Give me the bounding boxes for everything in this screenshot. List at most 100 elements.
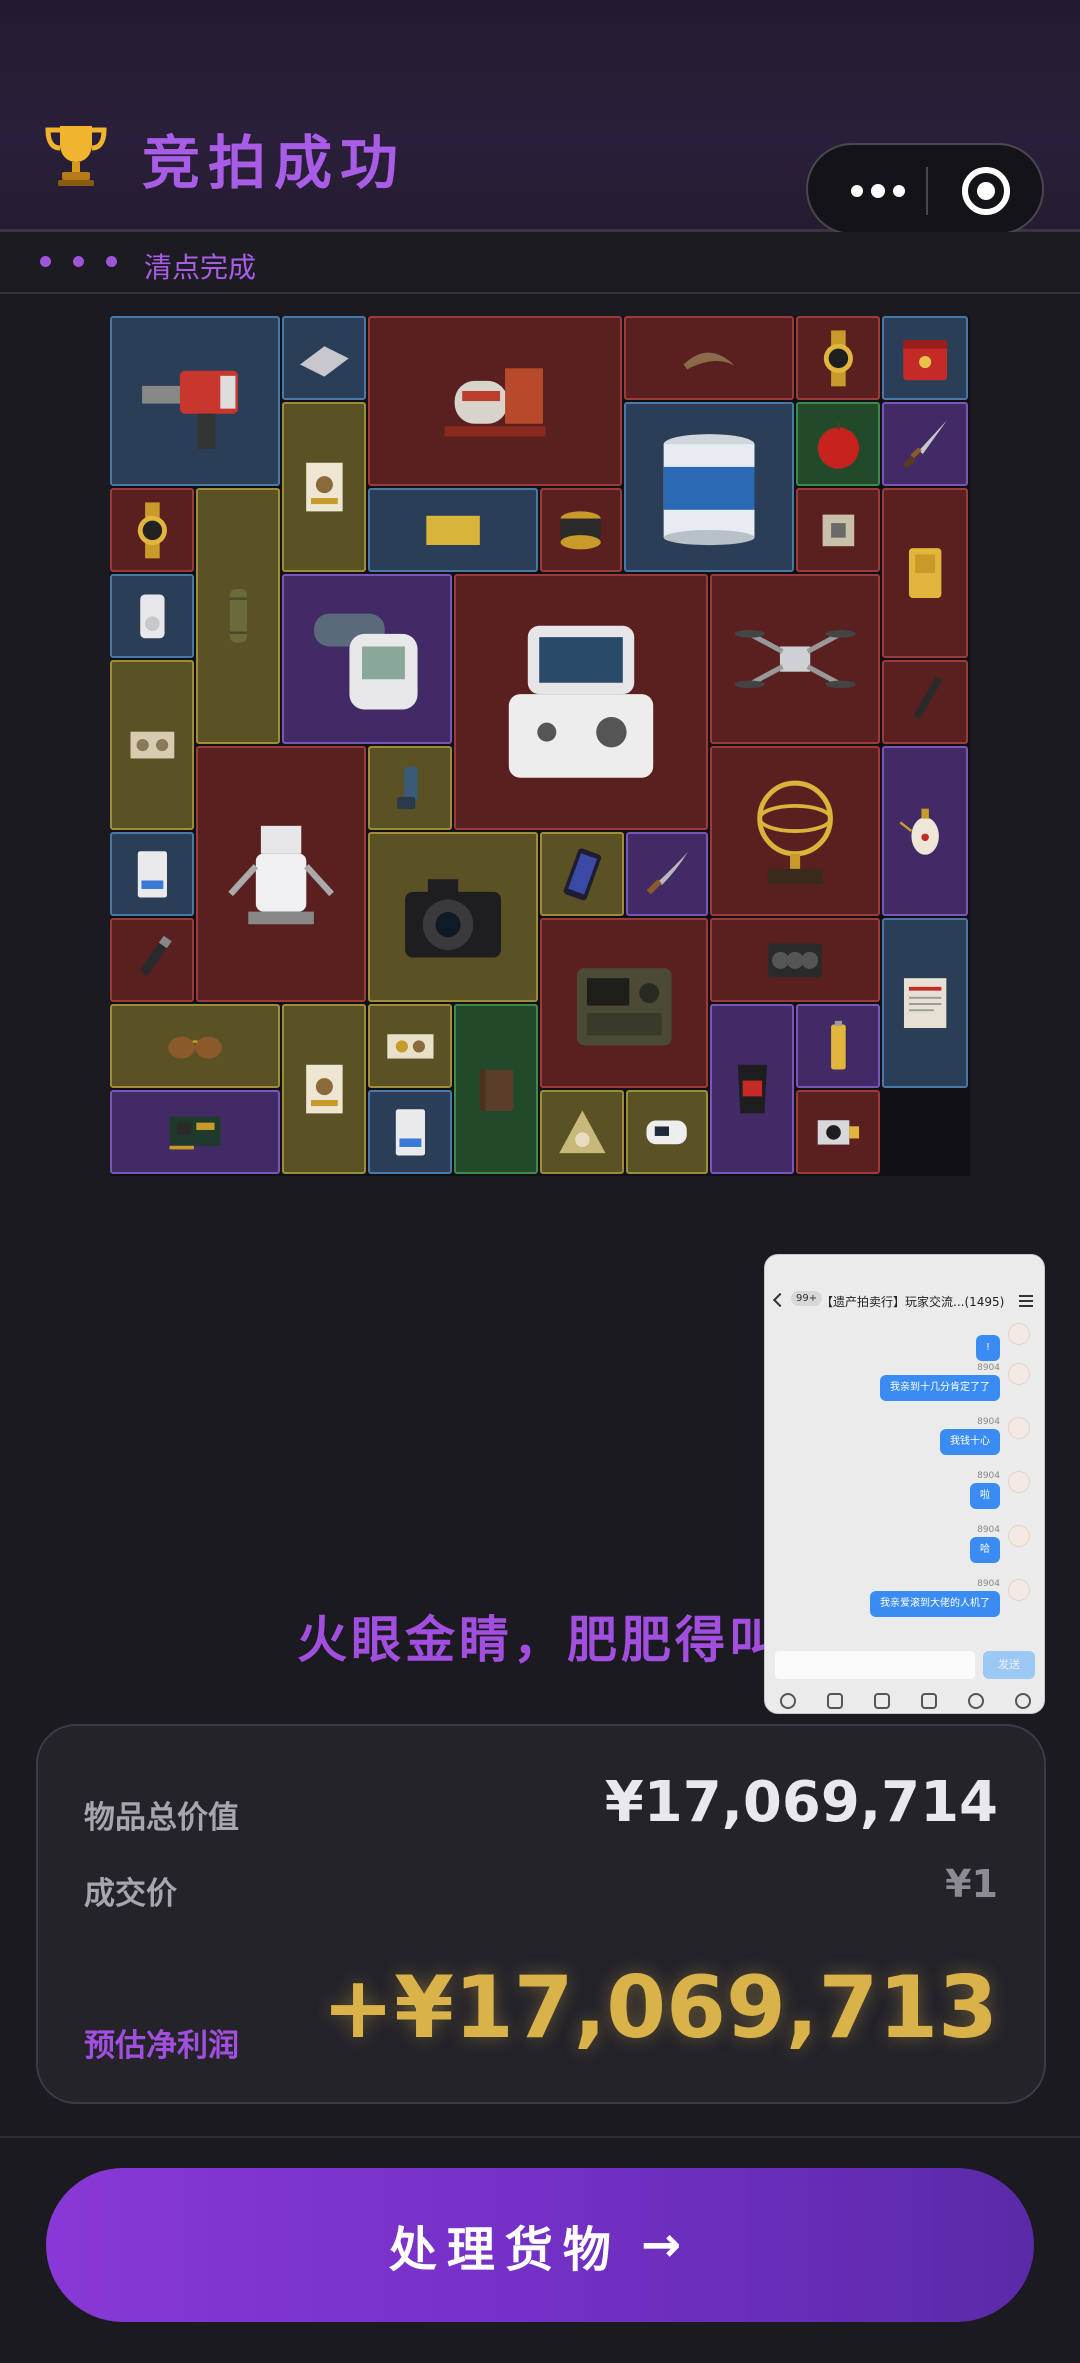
loot-cell[interactable]: [282, 574, 452, 744]
generator-engine-icon: [444, 368, 546, 437]
loot-cell[interactable]: [110, 660, 194, 830]
plus-icon[interactable]: [1014, 1693, 1031, 1709]
loot-cell[interactable]: [110, 316, 280, 486]
canister-icon: [560, 511, 602, 549]
boxed-product-icon: [305, 462, 343, 512]
aviator-sunglasses-icon: [168, 1036, 222, 1059]
loot-cell[interactable]: [882, 316, 968, 400]
loot-cell[interactable]: [110, 1090, 280, 1174]
chat-overlay[interactable]: 99+ 【遗产拍卖行】玩家交流...(1495) ! 8904 我亲到十几分肯定…: [764, 1254, 1045, 1714]
loot-cell[interactable]: [710, 1004, 794, 1174]
gold-bar-icon: [426, 515, 480, 545]
loot-cell[interactable]: [796, 1090, 880, 1174]
loot-cell[interactable]: [368, 832, 538, 1002]
loot-cell[interactable]: [796, 402, 880, 486]
loot-cell[interactable]: [368, 488, 538, 572]
chat-toolbar: [765, 1689, 1044, 1713]
loot-cell[interactable]: [368, 1090, 452, 1174]
loot-cell[interactable]: [796, 316, 880, 400]
message-bubble: 我亲到十几分肯定了了: [880, 1375, 1000, 1401]
loot-cell[interactable]: [540, 1090, 624, 1174]
smartphone-icon: [563, 848, 601, 900]
loot-cell[interactable]: [796, 1004, 880, 1088]
microphone-icon[interactable]: [780, 1693, 797, 1709]
dagger-icon: [902, 419, 947, 469]
process-goods-button[interactable]: 处理货物 →: [46, 2168, 1034, 2322]
camera-icon[interactable]: [874, 1693, 891, 1709]
cpu-chip-icon: [822, 514, 854, 546]
loot-cell[interactable]: [710, 746, 880, 916]
loot-cell[interactable]: [710, 918, 880, 1002]
menu-icon[interactable]: [1019, 1295, 1033, 1297]
loot-cell[interactable]: [540, 832, 624, 916]
target-close-icon[interactable]: [962, 167, 1010, 215]
loot-cell[interactable]: [110, 488, 194, 572]
more-dots-icon[interactable]: [838, 145, 918, 237]
image-icon[interactable]: [827, 1693, 844, 1709]
mini-program-capsule: [806, 143, 1044, 235]
loot-cell[interactable]: [454, 574, 708, 830]
memory-card-icon: [395, 1108, 425, 1156]
avatar: [1008, 1363, 1030, 1385]
loot-cell[interactable]: [110, 1004, 280, 1088]
apple-icon: [817, 422, 859, 469]
sender-name: 8904: [977, 1525, 1000, 1535]
loot-cell[interactable]: [110, 832, 194, 916]
loot-cell[interactable]: [196, 488, 280, 744]
status-label: 清点完成: [144, 251, 257, 284]
avatar: [1008, 1323, 1030, 1345]
loot-cell[interactable]: [368, 746, 452, 830]
gold-ingot-icon: [908, 548, 942, 598]
loot-cell[interactable]: [882, 488, 968, 658]
loot-cell[interactable]: [368, 1004, 452, 1088]
food-wrap-icon: [558, 1110, 606, 1153]
loot-cell[interactable]: [110, 918, 194, 1002]
pulse-oximeter-icon: [646, 1120, 688, 1144]
loot-cell[interactable]: [710, 574, 880, 744]
loot-cell[interactable]: [110, 574, 194, 658]
loot-cell[interactable]: [368, 316, 622, 486]
chip-box-icon: [386, 1033, 434, 1059]
loot-cell[interactable]: [882, 918, 968, 1088]
loot-cell[interactable]: [282, 402, 366, 572]
boxed-product-icon: [305, 1064, 343, 1114]
message-bubble: 我钱十心: [940, 1429, 1000, 1455]
chat-message: 8904 啦: [790, 1471, 1030, 1517]
armillary-sphere-icon: [757, 780, 833, 884]
loot-cell[interactable]: [196, 746, 366, 1002]
avatar: [1008, 1417, 1030, 1439]
chat-input[interactable]: [775, 1651, 975, 1679]
loot-cell[interactable]: [624, 402, 794, 572]
avatar: [1008, 1525, 1030, 1547]
confidential-document-icon: [903, 978, 947, 1028]
page-title: 竞拍成功: [142, 129, 407, 197]
loot-grid: [110, 316, 970, 1176]
loot-cell[interactable]: [626, 1090, 708, 1174]
circuit-board-icon: [169, 1116, 221, 1150]
loot-cell[interactable]: [454, 1004, 538, 1174]
capsule-divider: [926, 167, 928, 215]
red-packet-icon[interactable]: [920, 1693, 937, 1709]
loot-cell[interactable]: [540, 488, 622, 572]
loot-cell[interactable]: [540, 918, 708, 1088]
loot-cell[interactable]: [282, 1004, 366, 1174]
graphics-card-icon: [768, 942, 822, 978]
memory-card-icon: [137, 850, 167, 898]
trophy-icon: [45, 126, 107, 186]
send-button[interactable]: 发送: [983, 1651, 1035, 1679]
loot-cell[interactable]: [796, 488, 880, 572]
snack-bag-icon: [737, 1064, 767, 1114]
loot-cell[interactable]: [282, 316, 366, 400]
camera-icon: [405, 879, 501, 958]
medical-ventilator-icon: [508, 625, 654, 778]
loot-cell[interactable]: [624, 316, 794, 400]
loot-cell[interactable]: [882, 746, 968, 916]
total-value: ¥17,069,714: [604, 1770, 998, 1835]
loot-cell[interactable]: [626, 832, 708, 916]
paint-bucket-icon: [663, 433, 755, 546]
loot-cell[interactable]: [882, 402, 968, 486]
back-icon[interactable]: [772, 1292, 788, 1308]
military-radio-icon: [576, 968, 672, 1046]
loot-cell[interactable]: [882, 660, 968, 744]
emoji-icon[interactable]: [967, 1693, 984, 1709]
